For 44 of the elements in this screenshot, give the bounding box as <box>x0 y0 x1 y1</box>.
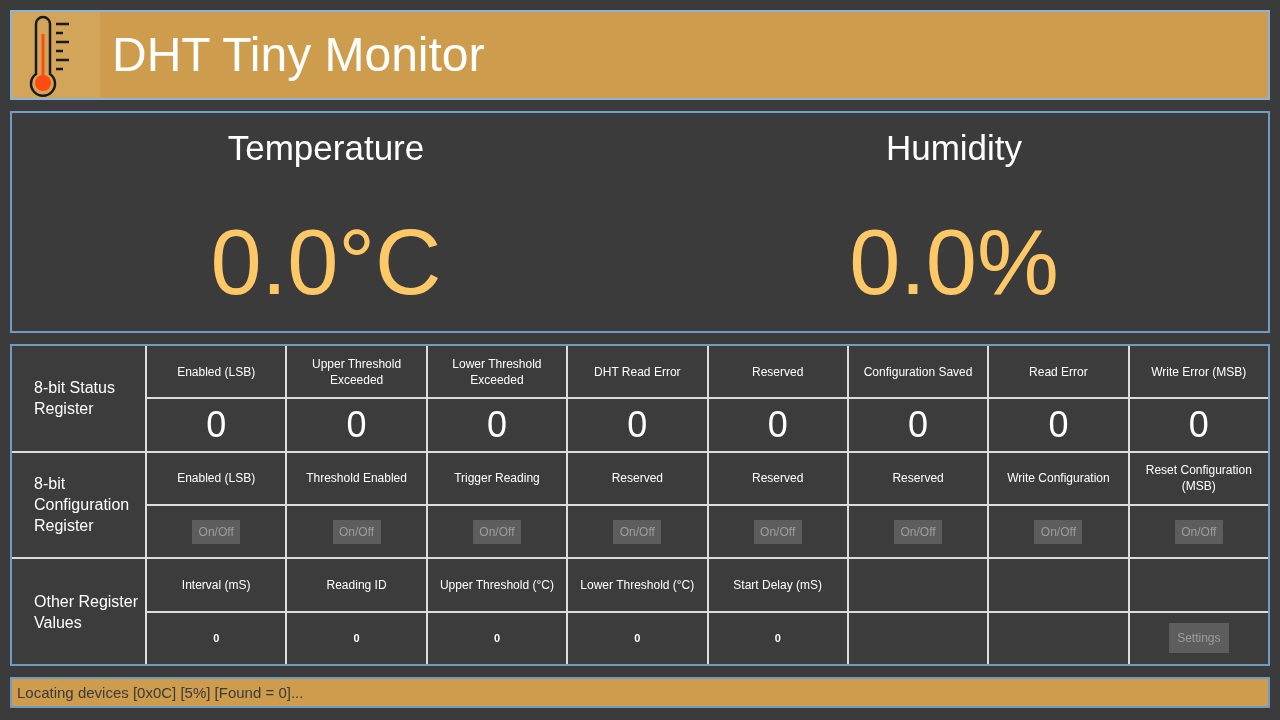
bit-name-cell: Threshold Enabled <box>287 452 426 504</box>
bit-name-cell: Reserved <box>708 346 847 398</box>
bit-name-cell: Reserved <box>848 452 988 504</box>
bit-name-cell: Reading ID <box>287 559 426 611</box>
bit-name-cell: Write Error (MSB) <box>1129 346 1268 398</box>
bit-name-cell: Start Delay (mS) <box>708 559 847 611</box>
register-value-cell: 0 <box>147 612 286 664</box>
bit-name-cell: Configuration Saved <box>848 346 988 398</box>
bit-name-cell: Read Error <box>989 346 1128 398</box>
bit-value-cell: 0 <box>848 399 988 451</box>
bit-name-cell: Enabled (LSB) <box>147 346 286 398</box>
bit-name-cell: Reserved <box>568 452 707 504</box>
bit-name-cell: Write Configuration <box>989 452 1128 504</box>
bit-value-cell: 0 <box>287 399 426 451</box>
thermometer-icon <box>12 12 100 98</box>
bit-value-cell: 0 <box>989 399 1128 451</box>
bit-name-cell: Reset Configuration (MSB) <box>1129 452 1268 504</box>
register-value-cell: 0 <box>708 612 847 664</box>
register-label: 8-bit Configuration Register <box>12 452 145 558</box>
register-value-cell: 0 <box>568 612 707 664</box>
bit-name-cell: Lower Threshold (°C) <box>568 559 707 611</box>
bit-value-cell: 0 <box>568 399 707 451</box>
bit-name-cell: Lower Threshold Exceeded <box>427 346 567 398</box>
register-value-cell: 0 <box>427 612 567 664</box>
bit-name-cell: DHT Read Error <box>568 346 707 398</box>
bit-name-cell: Upper Threshold (°C) <box>427 559 567 611</box>
bit-name-cell: Upper Threshold Exceeded <box>287 346 426 398</box>
register-value-cell: 0 <box>287 612 426 664</box>
app-title: DHT Tiny Monitor <box>112 31 485 79</box>
bit-value-cell: 0 <box>427 399 567 451</box>
bit-name-cell: Enabled (LSB) <box>147 452 286 504</box>
register-label: Other Register Values <box>12 559 145 664</box>
status-text: Locating devices [0x0C] [5%] [Found = 0]... <box>17 685 304 700</box>
bit-value-cell: 0 <box>708 399 847 451</box>
bit-name-cell: Trigger Reading <box>427 452 567 504</box>
reading-label: Temperature <box>227 128 425 168</box>
register-label: 8-bit Status Register <box>12 346 145 451</box>
bit-value-cell: 0 <box>147 399 286 451</box>
reading-label: Humidity <box>885 128 1023 168</box>
bit-name-cell: Interval (mS) <box>147 559 286 611</box>
reading-value: 0.0°C <box>210 216 442 308</box>
bit-name-cell: Reserved <box>708 452 847 504</box>
reading-value: 0.0% <box>849 216 1059 308</box>
bit-value-cell: 0 <box>1129 399 1268 451</box>
